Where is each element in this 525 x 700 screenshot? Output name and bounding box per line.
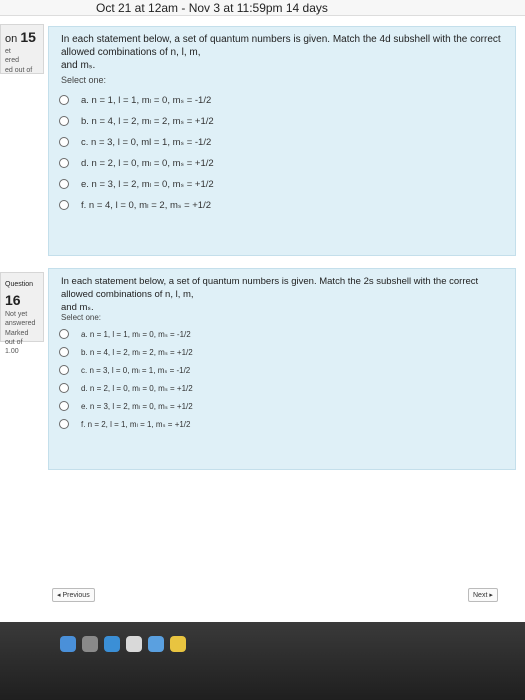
- question-16-text-line-1: In each statement below, a set of quantu…: [61, 276, 479, 300]
- question-16-info: Question 16 Not yet answered Marked out …: [0, 272, 44, 355]
- radio-button[interactable]: [59, 116, 69, 126]
- chrome-icon[interactable]: [126, 636, 142, 652]
- q16-option-e[interactable]: e. n = 3, l = 2, mₗ = 0, mₛ = +1/2: [59, 399, 507, 413]
- next-page-button[interactable]: Next ▸: [468, 588, 498, 602]
- question-16-status-2: answered: [5, 320, 36, 328]
- q15-option-d[interactable]: d. n = 2, l = 0, mₗ = 0, mₛ = +1/2: [59, 156, 507, 170]
- previous-page-button[interactable]: ◂ Previous: [52, 588, 95, 602]
- q15-option-a[interactable]: a. n = 1, l = 1, mₗ = 0, mₛ = -1/2: [59, 93, 507, 107]
- q15-option-b[interactable]: b. n = 4, l = 2, mₗ = 2, mₛ = +1/2: [59, 114, 507, 128]
- select-one-label: Select one:: [61, 75, 107, 85]
- option-label: c. n = 3, l = 0, ml = 1, mₛ = -1/2: [81, 136, 212, 148]
- option-label: e. n = 3, l = 2, mₗ = 0, mₛ = +1/2: [81, 178, 214, 190]
- question-15-info: on 15 et ered ed out of: [0, 24, 44, 74]
- q16-option-b[interactable]: b. n = 4, l = 2, mₗ = 2, mₛ = +1/2: [59, 345, 507, 359]
- question-16-status-1: Not yet: [5, 310, 28, 318]
- launchpad-icon[interactable]: [82, 636, 98, 652]
- radio-button[interactable]: [59, 179, 69, 189]
- option-label: b. n = 4, l = 2, mₗ = 2, mₛ = +1/2: [81, 115, 214, 127]
- finder-icon[interactable]: [60, 636, 76, 652]
- question-16-box: In each statement below, a set of quantu…: [48, 268, 516, 470]
- option-label: c. n = 3, l = 0, mₗ = 1, mₛ = -1/2: [81, 365, 191, 375]
- question-15-text-line-2: and mₛ.: [61, 60, 96, 71]
- notes-icon[interactable]: [170, 636, 186, 652]
- question-15-status-1: et: [5, 47, 11, 55]
- option-label: e. n = 3, l = 2, mₗ = 0, mₛ = +1/2: [81, 401, 193, 411]
- question-15-marked: ed out of: [5, 66, 33, 74]
- question-16-text-line-2: and mₛ.: [61, 302, 94, 313]
- option-label: a. n = 1, l = 1, mₗ = 0, mₛ = -1/2: [81, 94, 212, 106]
- question-16-text: In each statement below, a set of quantu…: [61, 275, 509, 314]
- dock: [60, 636, 186, 654]
- select-one-label: Select one:: [61, 313, 102, 322]
- radio-button[interactable]: [59, 95, 69, 105]
- option-label: b. n = 4, l = 2, mₗ = 2, mₛ = +1/2: [81, 347, 193, 357]
- dock-background: [0, 622, 525, 700]
- due-date-text: Oct 21 at 12am - Nov 3 at 11:59pm 14 day…: [96, 1, 328, 15]
- q16-option-c[interactable]: c. n = 3, l = 0, mₗ = 1, mₛ = -1/2: [59, 363, 507, 377]
- mail-icon[interactable]: [148, 636, 164, 652]
- q15-option-f[interactable]: f. n = 4, l = 0, mₗ = 2, mₛ = +1/2: [59, 198, 507, 212]
- question-15-status-2: ered: [5, 57, 20, 65]
- option-label: d. n = 2, l = 0, mₗ = 0, mₛ = +1/2: [81, 383, 193, 393]
- due-date-header: Oct 21 at 12am - Nov 3 at 11:59pm 14 day…: [0, 0, 525, 16]
- question-15-text: In each statement below, a set of quantu…: [61, 33, 509, 72]
- q15-option-e[interactable]: e. n = 3, l = 2, mₗ = 0, mₛ = +1/2: [59, 177, 507, 191]
- radio-button[interactable]: [59, 419, 69, 429]
- q16-option-d[interactable]: d. n = 2, l = 0, mₗ = 0, mₛ = +1/2: [59, 381, 507, 395]
- question-16-label: Question: [5, 281, 34, 288]
- question-16-marked: Marked out of: [5, 329, 29, 347]
- question-16-number: 16: [5, 291, 21, 308]
- radio-button[interactable]: [59, 347, 69, 357]
- option-label: f. n = 4, l = 0, mₗ = 2, mₛ = +1/2: [81, 199, 212, 211]
- radio-button[interactable]: [59, 200, 69, 210]
- option-label: d. n = 2, l = 0, mₗ = 0, mₛ = +1/2: [81, 157, 214, 169]
- radio-button[interactable]: [59, 365, 69, 375]
- radio-button[interactable]: [59, 383, 69, 393]
- option-label: f. n = 2, l = 1, mₗ = 1, mₛ = +1/2: [81, 419, 191, 429]
- q16-option-a[interactable]: a. n = 1, l = 1, mₗ = 0, mₛ = -1/2: [59, 327, 507, 341]
- question-15-text-line-1: In each statement below, a set of quantu…: [61, 34, 501, 58]
- question-16-points: 1.00: [5, 348, 19, 356]
- q15-option-c[interactable]: c. n = 3, l = 0, ml = 1, mₛ = -1/2: [59, 135, 507, 149]
- question-15-label: on: [5, 33, 18, 45]
- question-15-number: 15: [20, 29, 36, 45]
- radio-button[interactable]: [59, 401, 69, 411]
- option-label: a. n = 1, l = 1, mₗ = 0, mₛ = -1/2: [81, 329, 191, 339]
- q16-option-f[interactable]: f. n = 2, l = 1, mₗ = 1, mₛ = +1/2: [59, 417, 507, 431]
- question-15-box: In each statement below, a set of quantu…: [48, 26, 516, 256]
- radio-button[interactable]: [59, 158, 69, 168]
- safari-icon[interactable]: [104, 636, 120, 652]
- radio-button[interactable]: [59, 329, 69, 339]
- radio-button[interactable]: [59, 137, 69, 147]
